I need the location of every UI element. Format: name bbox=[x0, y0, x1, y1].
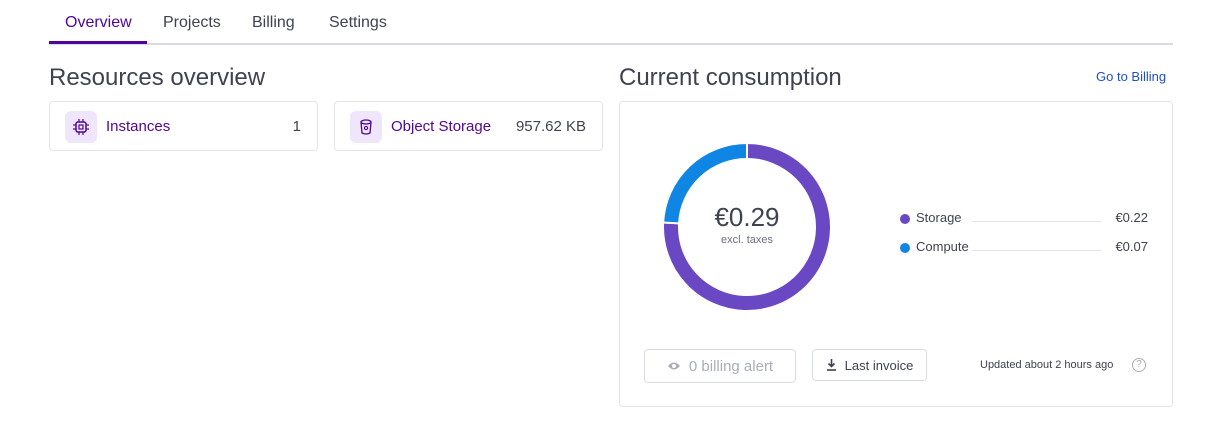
donut-center: €0.29 excl. taxes bbox=[652, 132, 842, 322]
instances-label: Instances bbox=[106, 118, 171, 135]
legend-divider bbox=[972, 221, 1102, 222]
legend-label: Compute bbox=[916, 239, 969, 254]
consumption-panel: €0.29 excl. taxes Storage €0.22 Compute … bbox=[619, 101, 1173, 407]
instances-card[interactable]: Instances 1 bbox=[49, 101, 318, 151]
tab-bar: Overview Projects Billing Settings bbox=[49, 0, 1173, 45]
billing-alert-button[interactable]: 0 billing alert bbox=[644, 349, 796, 383]
updated-timestamp: Updated about 2 hours ago bbox=[980, 359, 1114, 371]
tab-settings[interactable]: Settings bbox=[329, 14, 387, 45]
billing-alert-label: 0 billing alert bbox=[688, 357, 774, 375]
total-note: excl. taxes bbox=[721, 234, 773, 246]
legend-label: Storage bbox=[916, 210, 962, 225]
active-tab-indicator bbox=[49, 41, 147, 44]
legend-item-compute: Compute €0.07 bbox=[900, 238, 1148, 258]
legend-value: €0.07 bbox=[1115, 239, 1148, 254]
resources-overview-title: Resources overview bbox=[49, 64, 266, 91]
tab-billing[interactable]: Billing bbox=[252, 14, 295, 45]
eye-icon bbox=[667, 361, 681, 371]
storage-dot-icon bbox=[900, 214, 910, 224]
instances-count: 1 bbox=[292, 118, 301, 135]
cpu-chip-icon bbox=[65, 111, 97, 143]
object-storage-label: Object Storage bbox=[391, 118, 492, 135]
object-storage-card[interactable]: Object Storage 957.62 KB bbox=[334, 101, 603, 151]
last-invoice-label: Last invoice bbox=[844, 357, 914, 373]
legend-divider bbox=[972, 250, 1102, 251]
object-storage-size: 957.62 KB bbox=[515, 118, 586, 135]
legend-item-storage: Storage €0.22 bbox=[900, 209, 1148, 229]
current-consumption-title: Current consumption bbox=[619, 64, 842, 91]
compute-dot-icon bbox=[900, 243, 910, 253]
storage-bucket-icon bbox=[350, 111, 382, 143]
legend-value: €0.22 bbox=[1115, 210, 1148, 225]
go-to-billing-link[interactable]: Go to Billing bbox=[1096, 69, 1166, 84]
tab-projects[interactable]: Projects bbox=[163, 14, 221, 45]
total-amount: €0.29 bbox=[714, 202, 780, 232]
help-icon[interactable]: ? bbox=[1132, 358, 1146, 372]
last-invoice-button[interactable]: Last invoice bbox=[812, 349, 927, 381]
download-icon bbox=[826, 359, 837, 371]
